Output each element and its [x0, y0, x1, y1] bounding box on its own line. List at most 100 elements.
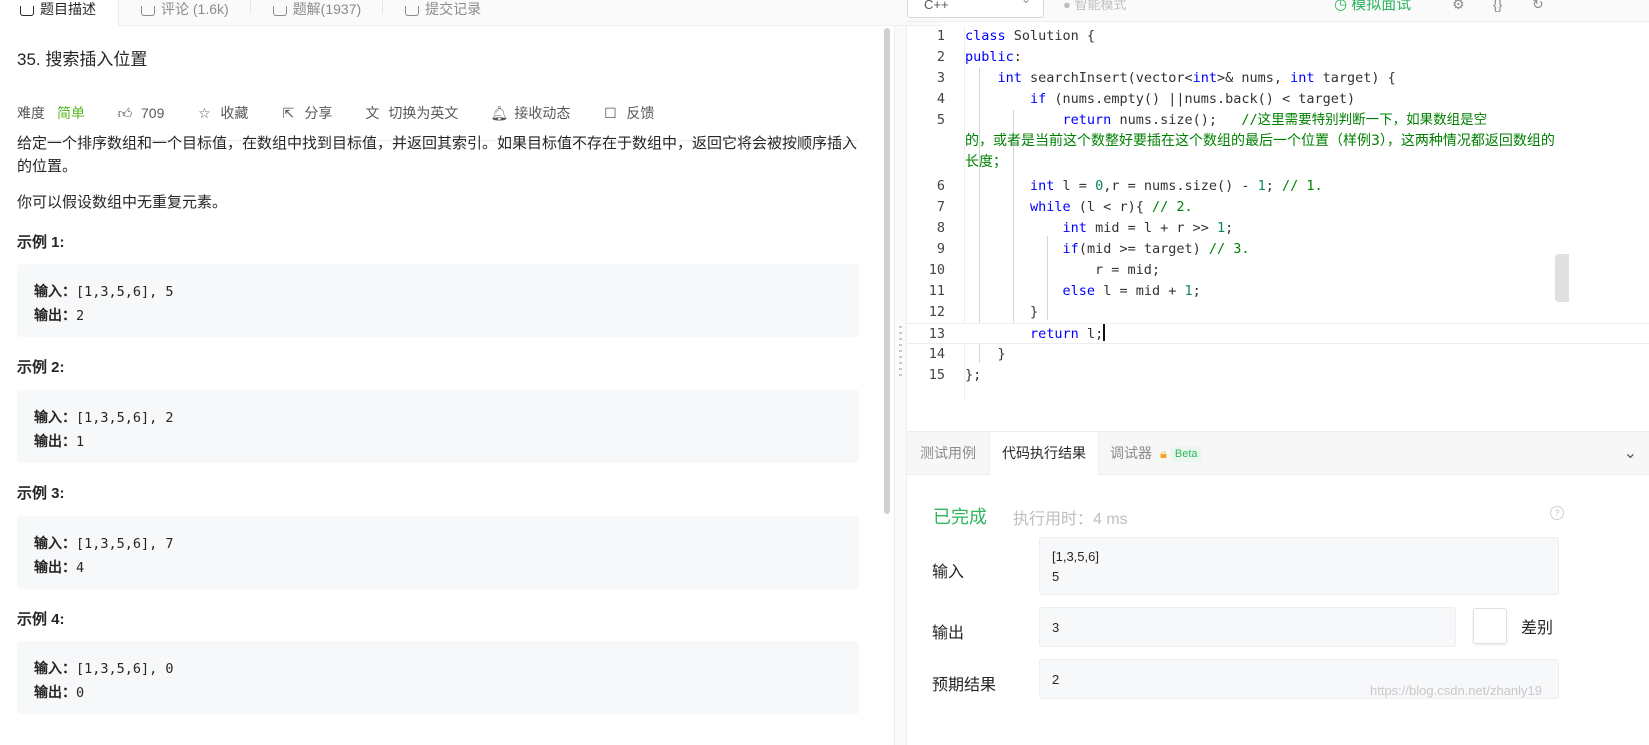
code-line: 7 while (l < r){ // 2.	[936, 199, 1193, 215]
status-text: 已完成	[933, 507, 987, 527]
diff-control: 差别	[1473, 608, 1553, 644]
tab-submissions[interactable]: 提交记录	[383, 0, 503, 26]
reset-icon[interactable]: ↻	[1532, 0, 1544, 11]
runtime-text: 执行用时：4 ms	[1013, 511, 1128, 528]
subscribe-label: 接收动态	[514, 105, 571, 121]
tab-comments[interactable]: 评论 (1.6k)	[119, 0, 251, 26]
output-value: 3	[1039, 607, 1456, 647]
switch-english-button[interactable]: 文 切换为英文	[364, 103, 458, 123]
tab-description[interactable]: 题目描述	[0, 0, 119, 26]
problem-title: 35. 搜索插入位置	[17, 50, 148, 69]
example-block: 输入：[1,3,5,6], 5 输出：2	[17, 264, 859, 337]
code-line: 5 return nums.size(); //这里需要特别判断一下，如果数组是…	[936, 112, 1488, 128]
example-block: 输入：[1,3,5,6], 2 输出：1	[17, 390, 859, 463]
pane-splitter[interactable]	[894, 26, 907, 745]
code-line: 15};	[928, 367, 982, 383]
clock-icon	[405, 6, 420, 16]
example-input: [1,3,5,6], 5	[76, 284, 174, 300]
code-comment-wrap: 的，或者是当前这个数整好要插在这个数组的最后一个位置（样例3），这两种情况都返回…	[965, 133, 1555, 170]
tab-testcase[interactable]: 测试用例	[920, 432, 976, 475]
chevron-down-icon[interactable]: ⌄	[1624, 432, 1637, 475]
language-select[interactable]: C++ ⌄	[907, 0, 1044, 18]
expected-label: 预期结果	[932, 677, 997, 694]
diff-label: 差别	[1521, 620, 1554, 637]
example-heading: 示例 4:	[17, 611, 65, 628]
settings-icon[interactable]: ⚙	[1452, 0, 1465, 11]
lock-icon: 🔒︎	[1160, 446, 1167, 461]
problem-statement: 给定一个排序数组和一个目标值，在数组中找到目标值，并返回其索引。如果目标值不存在…	[17, 135, 858, 175]
tab-description-label: 题目描述	[40, 1, 96, 17]
code-line-current: 13 return l;	[907, 323, 1649, 344]
input-label: 输入	[932, 564, 965, 581]
code-line: 11 else l = mid + 1;	[928, 283, 1201, 299]
thumbs-up-icon: 👍︎	[117, 104, 133, 121]
drag-handle-icon	[899, 326, 902, 376]
code-editor[interactable]: 1 class Solution { 2 public: 3 int searchI…	[907, 26, 1649, 431]
tab-debugger[interactable]: 调试器 🔒︎ Beta	[1110, 432, 1202, 475]
text-cursor	[1103, 324, 1105, 341]
example-output: 1	[76, 434, 85, 450]
comment-icon	[141, 6, 155, 16]
like-count: 709	[141, 105, 165, 121]
subscribe-button[interactable]: 🔔︎ 接收动态	[490, 103, 570, 123]
code-line: 2 public:	[936, 49, 1022, 65]
code-line: 6 int l = 0,r = nums.size() - 1; // 1.	[936, 178, 1323, 194]
language-value: C++	[924, 0, 949, 12]
share-button[interactable]: ⇱ 分享	[280, 103, 332, 123]
star-icon: ☆	[198, 104, 211, 121]
diff-toggle[interactable]	[1473, 608, 1507, 644]
example-input: [1,3,5,6], 0	[76, 661, 174, 677]
tab-solutions-label: 题解(1937)	[292, 1, 362, 17]
side-panel-handle[interactable]	[1555, 254, 1569, 302]
watermark: https://blog.csdn.net/zhanly19	[1370, 683, 1543, 698]
description-icon	[20, 6, 34, 16]
example-heading: 示例 1:	[17, 234, 65, 251]
smart-mode-toggle[interactable]: ● 智能模式	[1063, 0, 1127, 12]
mock-interview-label: 模拟面试	[1351, 0, 1412, 13]
share-icon: ⇱	[282, 104, 295, 121]
format-code-icon[interactable]: {}	[1493, 0, 1502, 11]
tab-run-result[interactable]: 代码执行结果	[989, 432, 1099, 475]
tab-solutions[interactable]: 题解(1937)	[251, 0, 384, 26]
example-heading: 示例 2:	[17, 359, 65, 376]
tab-debugger-label: 调试器	[1110, 445, 1152, 461]
input-value: [1,3,5,6] 5	[1039, 537, 1559, 595]
code-line: 8 int mid = l + r >> 1;	[936, 220, 1234, 236]
smart-mode-label: 智能模式	[1074, 0, 1127, 12]
share-label: 分享	[304, 105, 333, 121]
example-heading: 示例 3:	[17, 485, 65, 502]
favorite-button[interactable]: ☆ 收藏	[196, 103, 248, 123]
flask-icon	[272, 6, 287, 16]
editor-toolbar: C++ ⌄ ● 智能模式 ◷ 模拟面试 ⚙ {} ↻	[907, 0, 1649, 22]
example-input: [1,3,5,6], 7	[76, 536, 174, 552]
chevron-down-icon: ⌄	[1021, 0, 1031, 5]
example-input: [1,3,5,6], 2	[76, 410, 174, 426]
feedback-label: 反馈	[626, 105, 655, 121]
like-button[interactable]: 👍︎ 709	[117, 104, 165, 122]
example-output: 4	[76, 560, 85, 576]
code-line: 14 }	[928, 346, 1006, 362]
code-line: 9 if(mid >= target) // 3.	[936, 241, 1250, 257]
help-icon[interactable]: ?	[1550, 506, 1564, 520]
problem-tab-bar: 题目描述 评论 (1.6k) 题解(1937) 提交记录	[0, 0, 940, 26]
mock-interview-button[interactable]: ◷ 模拟面试	[1334, 0, 1411, 14]
bell-icon: 🔔︎	[490, 104, 509, 121]
tab-submissions-label: 提交记录	[425, 1, 482, 17]
code-line: 1 class Solution {	[936, 28, 1096, 44]
example-block: 输入：[1,3,5,6], 0 输出：0	[17, 641, 859, 714]
problem-note: 你可以假设数组中无重复元素。	[17, 194, 228, 211]
console-tab-bar: 测试用例 代码执行结果 调试器 🔒︎ Beta ⌄	[907, 431, 1649, 475]
code-line: 10 r = mid;	[928, 262, 1161, 278]
description-scrollbar[interactable]	[884, 28, 890, 514]
feedback-button[interactable]: ☐ 反馈	[602, 103, 654, 123]
problem-meta-bar: 难度 简单 👍︎ 709 ☆ 收藏 ⇱ 分享 文 切换为英文 🔔︎ 接收动态 ☐…	[17, 103, 686, 123]
example-output: 0	[76, 685, 85, 701]
leetcode-workspace: 题目描述 评论 (1.6k) 题解(1937) 提交记录 35. 搜索插入位置 …	[0, 0, 1649, 745]
beta-badge: Beta	[1170, 447, 1202, 462]
output-label: 输出	[932, 625, 965, 642]
example-block: 输入：[1,3,5,6], 7 输出：4	[17, 516, 859, 589]
switch-english-label: 切换为英文	[388, 105, 459, 121]
example-output: 2	[76, 308, 85, 324]
code-line: 3 int searchInsert(vector<int>& nums, in…	[936, 70, 1396, 86]
favorite-label: 收藏	[220, 105, 249, 121]
